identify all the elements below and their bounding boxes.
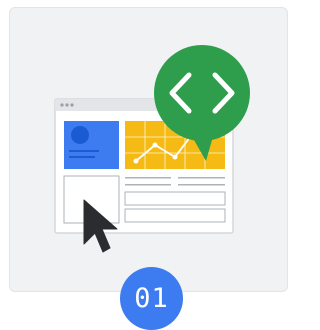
step-number-badge: 01 [120, 267, 183, 330]
profile-card [64, 121, 119, 169]
text-field-placeholder [124, 208, 226, 223]
window-dot [60, 103, 64, 107]
chart-point [172, 154, 178, 160]
profile-avatar [71, 126, 89, 144]
step-number: 01 [134, 283, 169, 314]
window-dot [70, 103, 74, 107]
profile-card-icon [64, 121, 119, 169]
window-dots [60, 103, 74, 107]
chart-point [152, 142, 158, 148]
profile-line [69, 156, 95, 158]
window-dot [65, 103, 69, 107]
speech-bubble [154, 45, 250, 141]
chart-point [133, 158, 139, 164]
profile-line [69, 150, 99, 152]
text-field-placeholder [124, 191, 226, 206]
